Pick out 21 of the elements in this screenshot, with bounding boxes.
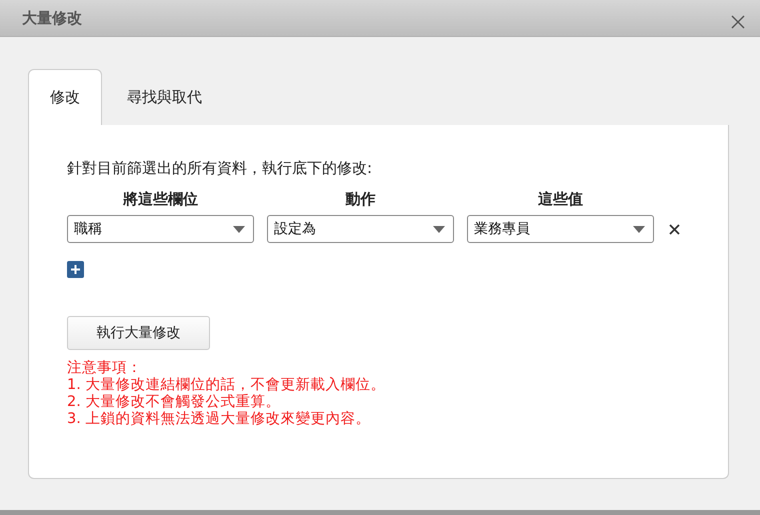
remove-icon[interactable]	[669, 224, 680, 234]
dropdown[interactable]: 職稱	[67, 215, 254, 243]
note-line: 1. 大量修改連結欄位的話，不會更新載入欄位。	[67, 377, 386, 394]
caret-icon	[633, 226, 645, 232]
add-button[interactable]	[67, 261, 84, 278]
window-title: 大量修改	[22, 8, 82, 28]
note-line: 2. 大量修改不會觸發公式重算。	[67, 394, 282, 411]
column-header: 動作	[344, 190, 376, 209]
dropdown[interactable]: 設定為	[267, 215, 454, 243]
notes-title: 注意事項：	[67, 360, 143, 377]
column-header: 將這些欄位	[122, 190, 199, 209]
column-header: 這些值	[537, 190, 584, 209]
close-icon[interactable]	[731, 15, 745, 29]
note-line: 3. 上鎖的資料無法透過大量修改來變更內容。	[67, 411, 372, 428]
instruction-text: 針對目前篩選出的所有資料，執行底下的修改:	[67, 159, 374, 178]
run-button[interactable]: 執行大量修改	[67, 316, 210, 350]
dropdown[interactable]: 業務專員	[467, 215, 654, 243]
caret-icon	[233, 226, 245, 232]
caret-icon	[433, 226, 445, 232]
tab[interactable]: 修改	[28, 69, 102, 125]
tab[interactable]: 尋找與取代	[102, 69, 227, 125]
